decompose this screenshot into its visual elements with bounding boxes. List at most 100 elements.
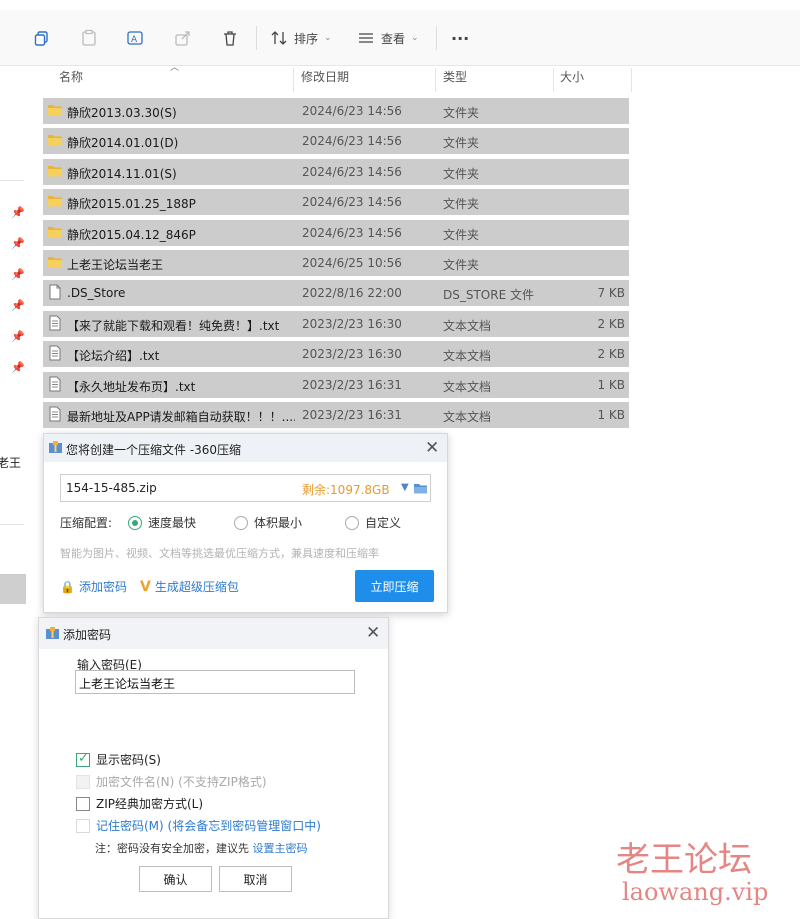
file-name: 【论坛介绍】.txt bbox=[67, 349, 160, 364]
dialog-titlebar[interactable]: 您将创建一个压缩文件 -360压缩 ✕ bbox=[44, 434, 447, 462]
password-input[interactable]: 上老王论坛当老王 bbox=[75, 670, 355, 694]
nav-item-label[interactable]: 老王 bbox=[0, 454, 21, 471]
cut-icon[interactable] bbox=[0, 24, 10, 52]
file-row[interactable]: .DS_Store 2022/8/16 22:00 DS_STORE 文件 7 KB bbox=[43, 280, 629, 307]
browse-folder-icon[interactable] bbox=[413, 481, 428, 495]
radio-icon[interactable] bbox=[345, 515, 359, 530]
security-note: 注：密码没有安全加密，建议先 设置主密码 bbox=[95, 840, 308, 856]
cancel-button[interactable]: 取消 bbox=[219, 866, 292, 892]
view-button[interactable]: 查看 ⌄ bbox=[357, 24, 419, 52]
navigation-pane: 📌 📌 📌 📌 📌 📌 老王 bbox=[0, 66, 26, 919]
file-date: 2022/8/16 22:00 bbox=[302, 286, 402, 301]
folder-icon bbox=[48, 135, 62, 146]
file-row[interactable]: 静欣2014.01.01(D) 2024/6/23 14:56 文件夹 bbox=[43, 128, 629, 155]
rename-icon[interactable]: A bbox=[126, 24, 144, 52]
file-row[interactable]: 【来了就能下载和观看！纯免费！】.txt 2023/2/23 16:30 文本文档 2… bbox=[43, 310, 629, 337]
set-master-password-link[interactable]: 设置主密码 bbox=[253, 842, 308, 855]
column-header-name[interactable]: 名称 bbox=[59, 68, 83, 90]
file-row[interactable]: 静欣2013.03.30(S) 2024/6/23 14:56 文件夹 bbox=[43, 98, 629, 124]
file-row[interactable]: 上老王论坛当老王 2024/6/25 10:56 文件夹 bbox=[43, 250, 629, 276]
checkbox-label: ZIP经典加密方式(L) bbox=[96, 797, 204, 811]
compress-now-button[interactable]: 立即压缩 bbox=[355, 570, 434, 602]
column-header-size[interactable]: 大小 bbox=[560, 68, 584, 90]
show-password-checkbox[interactable]: 显示密码(S) bbox=[76, 751, 161, 768]
column-header-date[interactable]: 修改日期 bbox=[301, 68, 349, 90]
pin-icon[interactable]: 📌 bbox=[11, 268, 25, 281]
dialog-titlebar[interactable]: 添加密码 ✕ bbox=[39, 618, 388, 649]
checkbox-checked-icon[interactable] bbox=[76, 751, 90, 767]
file-name: 【永久地址发布页】.txt bbox=[67, 379, 196, 394]
file-row[interactable]: 【论坛介绍】.txt 2023/2/23 16:30 文本文档 2 KB bbox=[43, 341, 629, 368]
file-date: 2023/2/23 16:31 bbox=[302, 408, 402, 422]
more-options-button[interactable]: ··· bbox=[451, 24, 469, 52]
checkbox-label: 记住密码(M) (将会备忘到密码管理窗口中) bbox=[96, 819, 321, 833]
text-file-icon bbox=[49, 376, 61, 392]
file-date: 2024/6/23 14:56 bbox=[302, 164, 402, 179]
folder-icon bbox=[48, 105, 62, 116]
file-icon bbox=[49, 284, 61, 300]
super-zip-link[interactable]: V 生成超级压缩包 bbox=[140, 578, 239, 595]
file-date: 2023/2/23 16:31 bbox=[302, 377, 402, 392]
file-type: 文件夹 bbox=[443, 227, 480, 242]
file-date: 2023/2/23 16:30 bbox=[302, 347, 402, 362]
column-separator[interactable] bbox=[553, 68, 554, 92]
close-icon[interactable]: ✕ bbox=[425, 438, 439, 458]
file-name: 静欣2014.11.01(S) bbox=[67, 166, 177, 181]
archive-filename[interactable]: 154-15-485.zip bbox=[66, 481, 157, 495]
checkbox-icon[interactable] bbox=[76, 818, 90, 833]
file-row[interactable]: 最新地址及APP请发邮箱自动获取！！！.... 2023/2/23 16:31 文本… bbox=[43, 402, 629, 428]
column-header-type[interactable]: 类型 bbox=[443, 68, 467, 90]
file-size: 1 KB bbox=[597, 377, 625, 392]
nav-item-selected[interactable] bbox=[0, 574, 26, 604]
file-type: 文本文档 bbox=[443, 410, 492, 424]
remember-password-checkbox[interactable]: 记住密码(M) (将会备忘到密码管理窗口中) bbox=[76, 817, 321, 834]
column-separator[interactable] bbox=[631, 68, 632, 92]
zip-classic-checkbox[interactable]: ZIP经典加密方式(L) bbox=[76, 795, 203, 812]
share-icon bbox=[174, 24, 192, 52]
column-separator[interactable] bbox=[293, 68, 294, 92]
pin-icon[interactable]: 📌 bbox=[11, 299, 25, 312]
nav-divider bbox=[0, 524, 24, 525]
file-row[interactable]: 静欣2014.11.01(S) 2024/6/23 14:56 文件夹 bbox=[43, 158, 629, 185]
svg-text:A: A bbox=[131, 35, 138, 45]
radio-smallest[interactable]: 体积最小 bbox=[234, 514, 302, 531]
radio-icon[interactable] bbox=[234, 515, 248, 530]
folder-icon bbox=[48, 226, 62, 238]
compress-config-label: 压缩配置: bbox=[60, 516, 113, 530]
add-password-link[interactable]: 🔒 添加密码 bbox=[60, 578, 127, 595]
file-row[interactable]: 静欣2015.04.12_846P 2024/6/23 14:56 文件夹 bbox=[43, 219, 629, 246]
radio-custom[interactable]: 自定义 bbox=[345, 514, 401, 531]
chevron-down-icon: ⌄ bbox=[324, 33, 332, 43]
super-zip-label: 生成超级压缩包 bbox=[154, 580, 239, 594]
close-icon[interactable]: ✕ bbox=[366, 623, 380, 643]
view-label: 查看 bbox=[381, 31, 406, 46]
file-type: 文件夹 bbox=[443, 106, 480, 120]
delete-icon[interactable] bbox=[221, 24, 239, 52]
checkbox-icon[interactable] bbox=[76, 796, 90, 811]
file-name: 【来了就能下载和观看！纯免费！】.txt bbox=[67, 318, 280, 333]
copy-icon[interactable] bbox=[33, 24, 51, 52]
pin-icon[interactable]: 📌 bbox=[11, 206, 25, 219]
column-separator[interactable] bbox=[435, 68, 436, 92]
sort-ascending-icon: ︿ bbox=[170, 63, 180, 73]
file-row[interactable]: 【永久地址发布页】.txt 2023/2/23 16:31 文本文档 1 KB bbox=[43, 371, 629, 398]
text-file-icon bbox=[49, 406, 61, 422]
sort-button[interactable]: 排序 ⌄ bbox=[270, 24, 332, 52]
radio-label: 自定义 bbox=[365, 516, 402, 530]
toolbar-divider bbox=[256, 26, 257, 50]
radio-label: 速度最快 bbox=[148, 516, 197, 530]
zip-app-icon bbox=[49, 441, 62, 453]
file-row[interactable]: 静欣2015.01.25_188P 2024/6/23 14:56 文件夹 bbox=[43, 189, 629, 216]
pin-icon[interactable]: 📌 bbox=[11, 361, 25, 374]
radio-selected-icon[interactable] bbox=[128, 515, 142, 530]
pin-icon[interactable]: 📌 bbox=[11, 330, 25, 343]
radio-fastest[interactable]: 速度最快 bbox=[128, 514, 196, 531]
note-text: 注：密码没有安全加密，建议先 bbox=[95, 842, 249, 855]
toolbar-divider bbox=[436, 26, 437, 50]
dialog-title: 添加密码 bbox=[63, 628, 112, 642]
dropdown-icon[interactable]: ▼ bbox=[401, 482, 409, 493]
archive-path-field[interactable]: 154-15-485.zip 剩余:1097.8GB ▼ bbox=[60, 474, 431, 502]
pin-icon[interactable]: 📌 bbox=[11, 237, 25, 250]
watermark-text: 老王论坛 bbox=[616, 840, 752, 880]
ok-button[interactable]: 确认 bbox=[139, 866, 212, 892]
